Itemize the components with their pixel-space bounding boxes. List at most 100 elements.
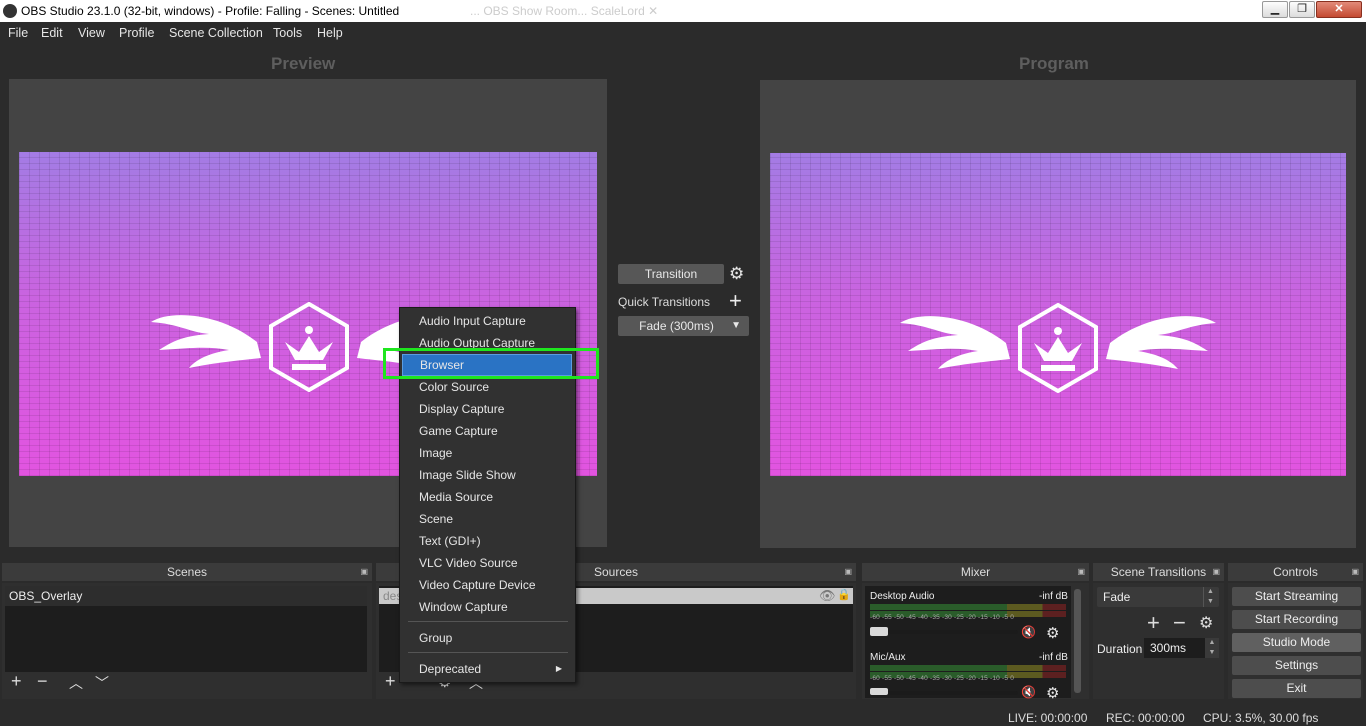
- menu-view[interactable]: View: [78, 26, 105, 40]
- dock-float-icon[interactable]: ▣: [1077, 563, 1085, 581]
- cpu-status: CPU: 3.5%, 30.00 fps: [1203, 711, 1319, 725]
- scenes-dock-title: Scenes ▣: [2, 563, 372, 581]
- menu-item-deprecated[interactable]: Deprecated ▶: [401, 658, 576, 680]
- mixer-channel-name: Desktop Audio: [870, 591, 935, 602]
- dock-float-icon[interactable]: ▣: [1212, 563, 1220, 581]
- scenes-list[interactable]: OBS_Overlay: [5, 586, 367, 672]
- duration-input[interactable]: 300ms ▲ ▼: [1144, 638, 1219, 658]
- menu-edit[interactable]: Edit: [41, 26, 63, 40]
- add-scene-icon[interactable]: +: [11, 671, 22, 692]
- menu-scene-collection[interactable]: Scene Collection: [169, 26, 263, 40]
- program-canvas: [760, 80, 1356, 548]
- menu-item-deprecated-label: Deprecated: [419, 662, 482, 676]
- preview-title: Preview: [271, 54, 336, 73]
- audio-meter: [870, 665, 1066, 671]
- menu-separator: [408, 652, 568, 653]
- start-recording-button[interactable]: Start Recording: [1232, 610, 1361, 629]
- mixer-channel-name: Mic/Aux: [870, 652, 906, 663]
- mixer-gear-icon[interactable]: ⚙: [1046, 684, 1059, 702]
- quick-transitions-label: Quick Transitions: [618, 295, 711, 309]
- muted-speaker-icon[interactable]: 🔇: [1021, 625, 1036, 639]
- dock-float-icon[interactable]: ▣: [360, 563, 368, 581]
- volume-slider[interactable]: [870, 630, 1018, 634]
- menu-item-color-source[interactable]: Color Source: [401, 376, 576, 398]
- menu-item-media-source[interactable]: Media Source: [401, 486, 576, 508]
- lock-icon[interactable]: 🔒: [837, 588, 851, 601]
- scene-item[interactable]: OBS_Overlay: [5, 586, 367, 606]
- muted-speaker-icon[interactable]: 🔇: [1021, 685, 1036, 699]
- quick-transition-select[interactable]: Fade (300ms) ▼: [618, 316, 749, 336]
- transition-properties-gear-icon[interactable]: ⚙: [1199, 613, 1213, 633]
- dock-float-icon[interactable]: ▣: [844, 563, 852, 581]
- scenes-title: Scenes: [166, 565, 208, 579]
- menu-tools[interactable]: Tools: [273, 26, 302, 40]
- scenes-panel: OBS_Overlay + − ︿ ﹀: [2, 583, 372, 699]
- mixer-gear-icon[interactable]: ⚙: [1046, 624, 1059, 642]
- transition-button[interactable]: Transition: [618, 264, 724, 284]
- live-status: LIVE: 00:00:00: [1008, 711, 1088, 725]
- obs-logo-icon: [3, 4, 17, 18]
- remove-scene-icon[interactable]: −: [37, 671, 48, 692]
- audio-meter: [870, 604, 1066, 610]
- meter-scale: -60 -55 -50 -45 -40 -35 -30 -25 -20 -15 …: [870, 675, 1015, 682]
- studio-mode-button[interactable]: Studio Mode: [1232, 633, 1361, 652]
- duration-value: 300ms: [1150, 641, 1187, 655]
- mixer-title: Mixer: [960, 565, 991, 579]
- menu-help[interactable]: Help: [317, 26, 343, 40]
- highlight-box: [383, 348, 599, 379]
- menu-item-image[interactable]: Image: [401, 442, 576, 464]
- menu-profile[interactable]: Profile: [119, 26, 154, 40]
- transition-gear-icon[interactable]: ⚙: [729, 264, 744, 284]
- menu-item-text-gdi[interactable]: Text (GDI+): [401, 530, 576, 552]
- mixer-channel-level: -inf dB: [1039, 591, 1068, 602]
- menu-item-game-capture[interactable]: Game Capture: [401, 420, 576, 442]
- mixer-scrollbar[interactable]: [1074, 589, 1081, 693]
- menu-item-scene[interactable]: Scene: [401, 508, 576, 530]
- volume-slider[interactable]: [870, 691, 1018, 695]
- exit-button[interactable]: Exit: [1232, 679, 1361, 698]
- menu-separator: [408, 621, 568, 622]
- volume-slider-knob[interactable]: [870, 688, 888, 695]
- program-title: Program: [1019, 54, 1089, 73]
- controls-title: Controls: [1273, 565, 1318, 579]
- move-down-icon[interactable]: ﹀: [95, 673, 109, 693]
- menu-item-audio-input-capture[interactable]: Audio Input Capture: [401, 310, 576, 332]
- remove-transition-icon[interactable]: −: [1173, 610, 1186, 636]
- controls-dock-title: Controls ▣: [1228, 563, 1363, 581]
- menu-item-display-capture[interactable]: Display Capture: [401, 398, 576, 420]
- submenu-arrow-icon: ▶: [555, 664, 562, 673]
- spinner-icon[interactable]: ▲ ▼: [1203, 587, 1217, 607]
- visibility-eye-icon[interactable]: 👁: [819, 588, 836, 604]
- scene-transitions-dock-title: Scene Transitions ▣: [1093, 563, 1224, 581]
- scene-transitions-title: Scene Transitions: [1110, 565, 1207, 579]
- menu-item-group[interactable]: Group: [401, 627, 576, 649]
- duration-spinner-icon[interactable]: ▲ ▼: [1205, 638, 1219, 658]
- dock-float-icon[interactable]: ▣: [1351, 563, 1359, 581]
- menu-item-video-capture-device[interactable]: Video Capture Device: [401, 574, 576, 596]
- start-streaming-button[interactable]: Start Streaming: [1232, 587, 1361, 606]
- crown-wings-logo-icon: [900, 303, 1216, 393]
- close-button[interactable]: ✕: [1316, 1, 1362, 18]
- program-image: [770, 153, 1346, 476]
- mixer-dock-title: Mixer ▣: [862, 563, 1089, 581]
- add-quick-transition-icon[interactable]: +: [729, 288, 742, 314]
- menu-item-window-capture[interactable]: Window Capture: [401, 596, 576, 618]
- settings-button[interactable]: Settings: [1232, 656, 1361, 675]
- mixer-channel-level: -inf dB: [1039, 652, 1068, 663]
- window-title: OBS Studio 23.1.0 (32-bit, windows) - Pr…: [21, 4, 400, 18]
- status-bar: LIVE: 00:00:00 REC: 00:00:00 CPU: 3.5%, …: [0, 708, 1366, 726]
- transition-type-select[interactable]: Fade ▲ ▼: [1097, 587, 1219, 607]
- menu-file[interactable]: File: [8, 26, 28, 40]
- rec-status: REC: 00:00:00: [1106, 711, 1185, 725]
- minimize-button[interactable]: ▁: [1262, 1, 1288, 18]
- menu-item-vlc-video-source[interactable]: VLC Video Source: [401, 552, 576, 574]
- menu-bar: File Edit View Profile Scene Collection …: [0, 22, 1366, 44]
- background-tabs: ... OBS Show Room... ScaleLord ✕: [470, 4, 659, 18]
- add-source-icon[interactable]: +: [385, 671, 396, 692]
- add-transition-icon[interactable]: +: [1147, 610, 1160, 636]
- volume-slider-knob[interactable]: [870, 627, 888, 636]
- maximize-button[interactable]: ❐: [1289, 1, 1315, 18]
- meter-scale: -60 -55 -50 -45 -40 -35 -30 -25 -20 -15 …: [870, 614, 1015, 621]
- menu-item-image-slide-show[interactable]: Image Slide Show: [401, 464, 576, 486]
- move-up-icon[interactable]: ︿: [69, 673, 83, 693]
